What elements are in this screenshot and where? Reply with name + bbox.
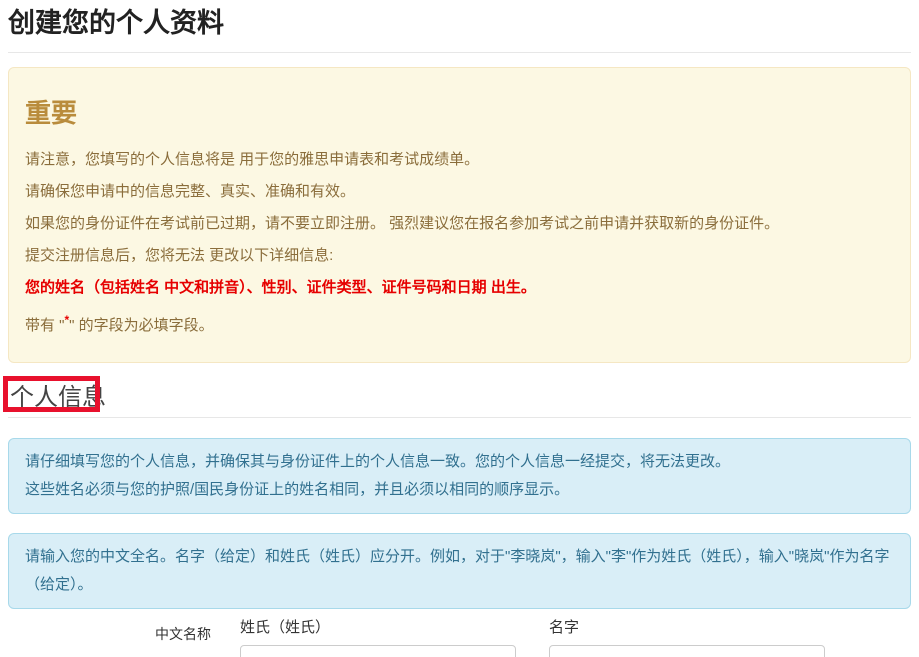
notice-paragraph: 请确保您申请中的信息完整、真实、准确和有效。 (25, 182, 894, 202)
chinese-name-instruction-panel: 请输入您的中文全名。名字（给定）和姓氏（姓氏）应分开。例如，对于"李晓岚"，输入… (8, 533, 911, 609)
chinese-name-row: 中文名称 姓氏（姓氏） 名字 (8, 619, 911, 657)
given-name-label: 名字 (549, 619, 825, 637)
chinese-name-group-label: 中文名称 (155, 619, 240, 657)
important-notice-panel: 重要 请注意，您填写的个人信息将是 用于您的雅思申请表和考试成绩单。 请确保您申… (8, 67, 911, 363)
personal-info-section-header: 个人信息 (8, 383, 911, 418)
notice-paragraph: 请注意，您填写的个人信息将是 用于您的雅思申请表和考试成绩单。 (25, 150, 894, 170)
section-divider (8, 417, 911, 418)
required-note-suffix: " 的字段为必填字段。 (69, 317, 214, 334)
info-line: 请仔细填写您的个人信息，并确保其与身份证件上的个人信息一致。您的个人信息一经提交… (25, 448, 894, 476)
important-heading: 重要 (25, 98, 894, 128)
required-note-prefix: 带有 " (25, 317, 65, 334)
given-name-input[interactable] (549, 645, 825, 657)
notice-paragraph: 提交注册信息后，您将无法 更改以下详细信息: (25, 246, 894, 266)
surname-field-group: 姓氏（姓氏） (240, 619, 516, 657)
notice-paragraph: 如果您的身份证件在考试前已过期，请不要立即注册。 强烈建议您在报名参加考试之前申… (25, 214, 894, 234)
personal-info-notice-panel: 请仔细填写您的个人信息，并确保其与身份证件上的个人信息一致。您的个人信息一经提交… (8, 438, 911, 514)
info-line: 这些姓名必须与您的护照/国民身份证上的姓名相同，并且必须以相同的顺序显示。 (25, 476, 894, 504)
required-fields-note: 带有 "*" 的字段为必填字段。 (25, 310, 894, 336)
surname-input[interactable] (240, 645, 516, 657)
page-title: 创建您的个人资料 (8, 6, 911, 40)
surname-label: 姓氏（姓氏） (240, 619, 516, 637)
title-divider (8, 52, 911, 53)
info-line: 请输入您的中文全名。名字（给定）和姓氏（姓氏）应分开。例如，对于"李晓岚"，输入… (25, 543, 894, 599)
personal-info-section-title: 个人信息 (10, 383, 911, 413)
non-editable-fields-warning: 您的姓名（包括姓名 中文和拼音）、性别、证件类型、证件号码和日期 出生。 (25, 278, 894, 298)
given-name-field-group: 名字 (549, 619, 825, 657)
